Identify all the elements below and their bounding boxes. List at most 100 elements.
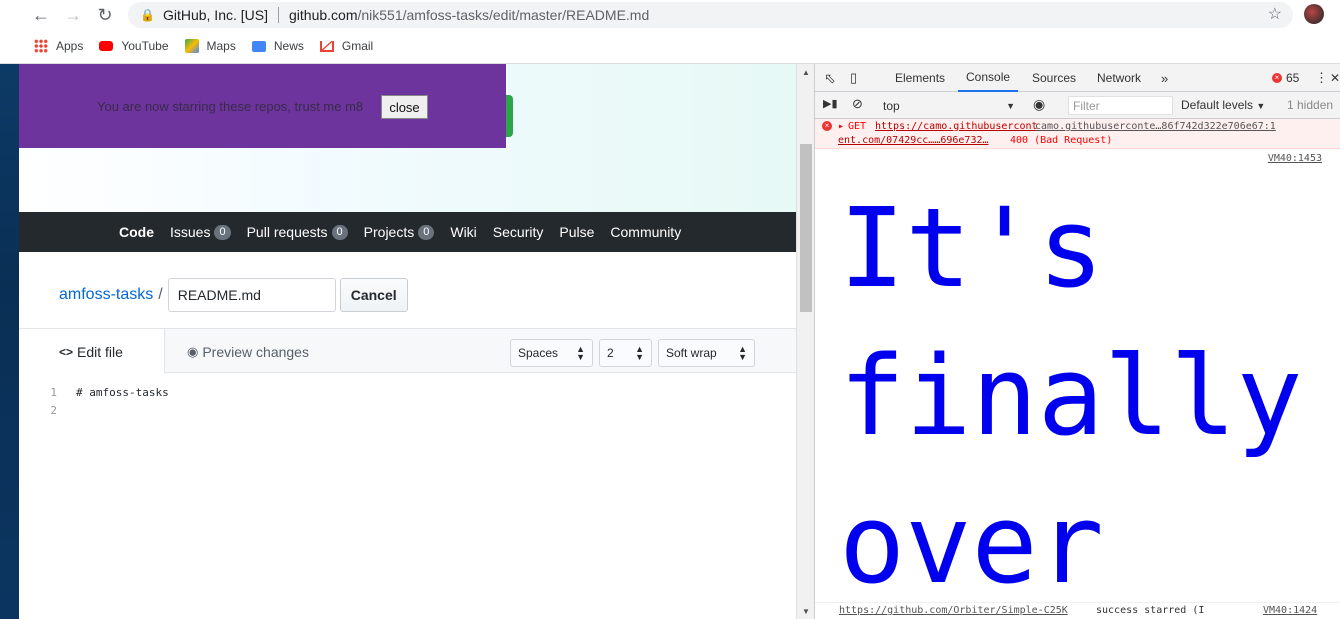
nav-projects[interactable]: Projects 0 <box>364 224 435 240</box>
maps-icon <box>184 39 199 53</box>
bookmark-label: YouTube <box>121 39 169 53</box>
clear-console-icon[interactable]: ⊘ <box>852 96 863 112</box>
nav-label: Pulse <box>559 224 595 240</box>
youtube-icon <box>99 41 114 51</box>
nav-code[interactable]: Code <box>119 224 154 240</box>
banner-message: You are now starring these repos, trust … <box>97 99 364 114</box>
tab-label: Preview changes <box>202 343 309 360</box>
tab-preview-changes[interactable]: ◉ Preview changes <box>187 329 309 374</box>
url-host: github.com <box>289 7 358 23</box>
bookmark-label: Apps <box>56 39 84 53</box>
profile-avatar[interactable] <box>1304 4 1324 24</box>
repo-navigation: Code Issues 0 Pull requests 0 Projects 0 Wi… <box>19 212 796 252</box>
select-arrows-icon: ▲ ▼ <box>635 344 644 362</box>
bookmark-star-icon[interactable]: ☆ <box>1268 4 1282 24</box>
select-value: 2 <box>607 346 614 360</box>
dropdown-arrow-icon: ▼ <box>1006 100 1015 111</box>
eye-icon: ◉ <box>187 343 199 359</box>
pulls-counter: 0 <box>331 224 348 240</box>
bookmark-youtube[interactable]: YouTube <box>99 39 169 53</box>
nav-issues[interactable]: Issues 0 <box>170 224 231 240</box>
back-icon[interactable]: ← <box>30 4 52 26</box>
reload-icon[interactable]: ↻ <box>94 4 116 26</box>
scroll-down-icon[interactable]: ▼ <box>802 607 810 616</box>
error-status: 400 (Bad Request) <box>1010 135 1113 146</box>
console-output-line: finally <box>839 332 1303 460</box>
desktop-background <box>0 64 19 619</box>
code-editor[interactable]: 1 # amfoss-tasks 2 <box>19 386 796 422</box>
bookmark-gmail[interactable]: Gmail <box>319 39 373 53</box>
source-location-link[interactable]: VM40:1453 <box>1268 153 1322 164</box>
nav-community[interactable]: Community <box>610 224 681 240</box>
log-url-link[interactable]: https://github.com/Orbiter/Simple-C25K <box>839 605 1068 616</box>
scroll-thumb[interactable] <box>800 144 812 312</box>
projects-counter: 0 <box>418 224 435 240</box>
select-arrows-icon: ▲ ▼ <box>576 344 585 362</box>
banner-close-button[interactable]: close <box>381 95 428 119</box>
address-bar[interactable]: 🔒 GitHub, Inc. [US] github.com/nik551/am… <box>128 2 1293 28</box>
forward-icon[interactable]: → <box>62 4 84 26</box>
cancel-button[interactable]: Cancel <box>339 278 408 312</box>
url-path: /nik551/amfoss-tasks/edit/master/README.… <box>357 7 650 23</box>
wrap-mode-select[interactable]: Soft wrap ▲ ▼ <box>658 339 755 367</box>
tab-console[interactable]: Console <box>958 64 1019 92</box>
indent-mode-select[interactable]: Spaces ▲ ▼ <box>510 339 593 367</box>
inspect-icon[interactable]: ⬁ <box>824 64 836 92</box>
tab-network[interactable]: Network <box>1097 64 1141 92</box>
scroll-up-icon[interactable]: ▲ <box>802 68 810 77</box>
nav-label: Issues <box>170 224 211 240</box>
nav-wiki[interactable]: Wiki <box>450 224 476 240</box>
live-expression-eye-icon[interactable]: ◉ <box>1033 96 1045 113</box>
hidden-count: 1 hidden <box>1287 98 1334 112</box>
tab-elements[interactable]: Elements <box>895 64 945 92</box>
sidebar-toggle-icon[interactable]: ▶▮ <box>823 97 838 110</box>
log-levels-dropdown[interactable]: Default levels ▼ <box>1181 98 1265 112</box>
bookmark-apps[interactable]: Apps <box>34 39 83 53</box>
console-output-line: It's <box>839 184 1104 312</box>
bookmark-maps[interactable]: Maps <box>184 39 236 53</box>
context-select[interactable]: top ▼ <box>883 96 1015 115</box>
console-log-message: https://github.com/Orbiter/Simple-C25K s… <box>815 602 1340 619</box>
page-scrollbar[interactable]: ▲ ▼ <box>796 64 814 619</box>
error-count-badge[interactable]: × 65 <box>1272 64 1299 92</box>
nav-label: Code <box>119 224 154 240</box>
nav-label: Community <box>610 224 682 240</box>
apps-grid-icon <box>34 39 48 53</box>
bookmark-news[interactable]: News <box>251 39 304 53</box>
devtools-tabbar: ⬁ ▯ Elements Console Sources Network » ×… <box>815 64 1340 92</box>
site-identity[interactable]: GitHub, Inc. [US] <box>163 7 268 23</box>
repo-link[interactable]: amfoss-tasks <box>59 286 153 304</box>
expand-triangle-icon[interactable]: ▸ <box>838 121 844 132</box>
code-icon: <> <box>59 344 74 359</box>
editor-tabs: <> Edit file ◉ Preview changes Spaces ▲ ▼… <box>19 328 796 374</box>
filename-input[interactable] <box>167 278 336 312</box>
tab-label: Edit file <box>77 343 123 360</box>
error-icon: × <box>822 121 832 131</box>
lock-icon: 🔒 <box>140 8 155 22</box>
more-tabs-icon[interactable]: » <box>1161 64 1168 92</box>
log-text: success starred (I <box>1096 605 1205 616</box>
nav-label: Wiki <box>450 224 477 240</box>
error-source-link[interactable]: camo.githubuserconte…86f742d322e706e67:1 <box>1035 121 1276 132</box>
omnibox-separator <box>278 7 279 23</box>
nav-security[interactable]: Security <box>493 224 544 240</box>
issues-counter: 0 <box>214 224 231 240</box>
nav-pulse[interactable]: Pulse <box>559 224 594 240</box>
error-icon: × <box>1272 73 1282 83</box>
error-method: GET <box>848 121 867 132</box>
tab-edit-file[interactable]: <> Edit file <box>19 328 165 374</box>
breadcrumb-separator: / <box>158 286 163 303</box>
kebab-menu-icon[interactable]: ⋮ <box>1315 64 1328 92</box>
device-toolbar-icon[interactable]: ▯ <box>850 64 857 92</box>
indent-size-select[interactable]: 2 ▲ ▼ <box>599 339 652 367</box>
tab-sources[interactable]: Sources <box>1032 64 1076 92</box>
error-url-continued[interactable]: ent.com/07429cc……696e732… <box>838 135 989 146</box>
nav-pull-requests[interactable]: Pull requests 0 <box>247 224 348 240</box>
error-url-link[interactable]: https://camo.githubusercont <box>875 121 1038 132</box>
source-location-link[interactable]: VM40:1424 <box>1263 605 1317 616</box>
nav-label: Pull requests <box>246 224 328 240</box>
console-filter-input[interactable]: Filter <box>1068 96 1173 115</box>
line-content[interactable]: # amfoss-tasks <box>76 386 169 399</box>
bookmark-label: Maps <box>206 39 236 53</box>
close-devtools-icon[interactable]: ✕ <box>1330 64 1340 92</box>
